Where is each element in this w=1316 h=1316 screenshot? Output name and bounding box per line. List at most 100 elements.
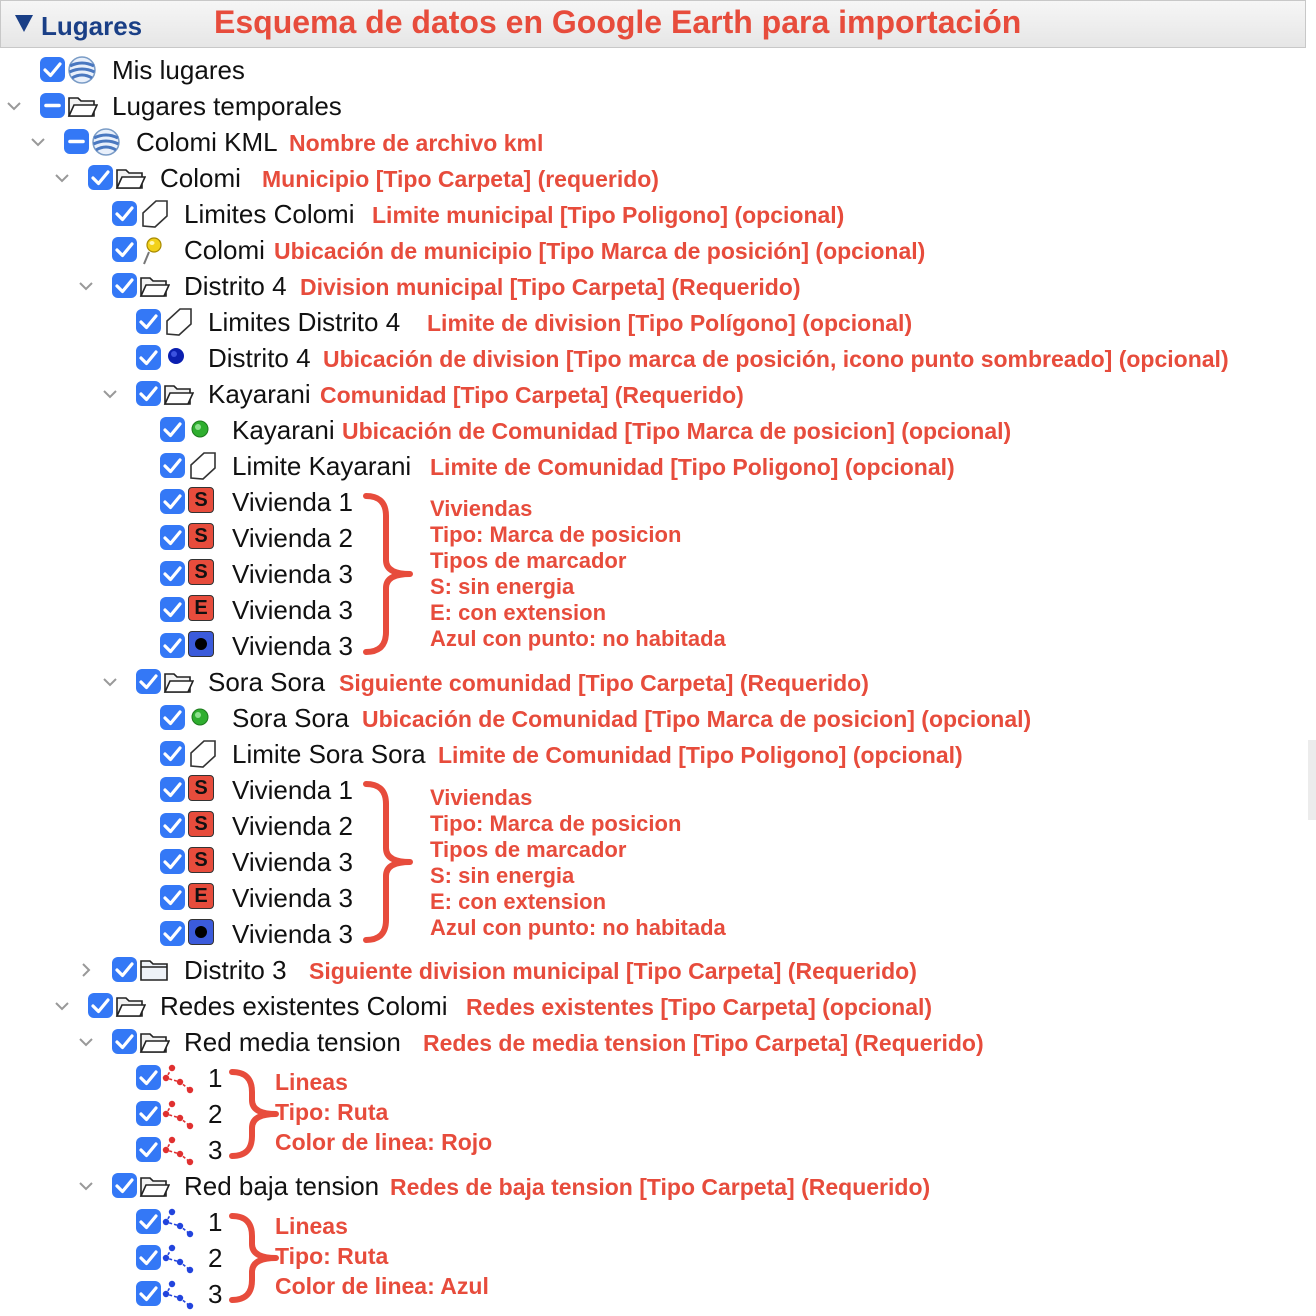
tree-item-distrito4-pin[interactable]: Distrito 4 Ubicación de division [Tipo ma… — [0, 340, 1316, 376]
tree-item-lugares-temporales[interactable]: Lugares temporales — [0, 88, 1316, 124]
item-label: Colomi — [160, 163, 241, 193]
checkbox[interactable] — [64, 129, 89, 154]
badge-s-icon: S — [188, 775, 214, 801]
item-label: Limites Colomi — [184, 199, 355, 229]
tree-item-colomi-folder[interactable]: Colomi Municipio [Tipo Carpeta] (requerid… — [0, 160, 1316, 196]
brace-viviendas-sora — [362, 778, 418, 951]
chevron-down-icon[interactable] — [76, 1176, 96, 1196]
chevron-down-icon[interactable] — [76, 1032, 96, 1052]
chevron-down-icon[interactable] — [100, 672, 120, 692]
checkbox[interactable] — [160, 597, 185, 622]
tree-item-limite-kayarani[interactable]: Limite Kayarani Limite de Comunidad [Tipo… — [0, 448, 1316, 484]
item-label: 3 — [208, 1135, 223, 1165]
item-label: 1 — [208, 1207, 223, 1237]
checkbox[interactable] — [160, 633, 185, 658]
chevron-down-icon[interactable] — [52, 996, 72, 1016]
item-label: Limite Kayarani — [232, 451, 412, 481]
checkbox[interactable] — [112, 1173, 137, 1198]
item-label: 3 — [208, 1279, 223, 1309]
checkbox[interactable] — [40, 57, 65, 82]
checkbox[interactable] — [160, 489, 185, 514]
item-label: Colomi KML — [136, 127, 278, 157]
checkbox[interactable] — [112, 237, 137, 262]
tree-item-sora-sora[interactable]: Sora Sora Siguiente comunidad [Tipo Carpe… — [0, 664, 1316, 700]
checkbox[interactable] — [136, 1245, 161, 1270]
item-label: Sora Sora — [232, 703, 350, 733]
collapse-triangle-icon[interactable] — [15, 15, 33, 32]
item-label: Mis lugares — [112, 55, 245, 85]
tree-item-limites-distrito4[interactable]: Limites Distrito 4 Limite de division [Ti… — [0, 304, 1316, 340]
tree-item-mis-lugares[interactable]: Mis lugares — [0, 52, 1316, 88]
checkbox[interactable] — [136, 1101, 161, 1126]
chevron-down-icon[interactable] — [76, 276, 96, 296]
chevron-down-icon[interactable] — [28, 132, 48, 152]
page-title: Esquema de datos en Google Earth para im… — [214, 4, 1022, 40]
checkbox[interactable] — [112, 957, 137, 982]
viviendas-note-sora: Viviendas Tipo: Marca de posicion Tipos de… — [430, 785, 726, 941]
checkbox[interactable] — [160, 777, 185, 802]
checkbox[interactable] — [112, 201, 137, 226]
open-folder-icon — [138, 270, 171, 302]
note-line: Azul con punto: no habitada — [430, 626, 726, 651]
item-label: Vivienda 1 — [232, 487, 353, 517]
tree-item-limites-colomi[interactable]: Limites Colomi Limite municipal [Tipo Pol… — [0, 196, 1316, 232]
checkbox[interactable] — [88, 165, 113, 190]
checkbox[interactable] — [160, 741, 185, 766]
checkbox[interactable] — [112, 273, 137, 298]
globe-icon — [90, 126, 122, 158]
tree-item-linea[interactable]: 2 — [0, 1240, 1316, 1276]
tree-item-distrito4[interactable]: Distrito 4 Division municipal [Tipo Carpe… — [0, 268, 1316, 304]
tree-item-linea[interactable]: 2 — [0, 1096, 1316, 1132]
tree-item-linea[interactable]: 1 — [0, 1060, 1316, 1096]
panel-title: Lugares — [41, 11, 143, 41]
checkbox[interactable] — [136, 381, 161, 406]
uninhabited-marker-icon — [188, 631, 214, 657]
checkbox[interactable] — [136, 345, 161, 370]
checkbox[interactable] — [160, 849, 185, 874]
chevron-down-icon[interactable] — [100, 384, 120, 404]
checkbox[interactable] — [160, 561, 185, 586]
item-label: 1 — [208, 1063, 223, 1093]
tree-item-linea[interactable]: 3 — [0, 1132, 1316, 1168]
open-folder-icon — [66, 90, 99, 122]
checkbox[interactable] — [112, 1029, 137, 1054]
badge-s-icon: S — [188, 811, 214, 837]
tree-item-kayarani-pin[interactable]: Kayarani Ubicación de Comunidad [Tipo Mar… — [0, 412, 1316, 448]
checkbox[interactable] — [160, 417, 185, 442]
chevron-down-icon[interactable] — [52, 168, 72, 188]
scrollbar[interactable] — [1308, 740, 1316, 820]
tree-item-redes[interactable]: Redes existentes Colomi Redes existentes … — [0, 988, 1316, 1024]
polygon-icon — [138, 198, 170, 230]
checkbox[interactable] — [136, 1281, 161, 1306]
tree-item-kayarani[interactable]: Kayarani Comunidad [Tipo Carpeta] (Requer… — [0, 376, 1316, 412]
tree-item-limite-sora-sora[interactable]: Limite Sora Sora Limite de Comunidad [Tip… — [0, 736, 1316, 772]
item-annotation: Siguiente comunidad [Tipo Carpeta] (Requ… — [339, 670, 869, 696]
checkbox[interactable] — [160, 525, 185, 550]
checkbox[interactable] — [136, 1065, 161, 1090]
checkbox[interactable] — [136, 1137, 161, 1162]
tree-item-colomi-kml[interactable]: Colomi KML Nombre de archivo kml — [0, 124, 1316, 160]
chevron-down-icon[interactable] — [4, 96, 24, 116]
tree-item-red-baja[interactable]: Red baja tension Redes de baja tension [T… — [0, 1168, 1316, 1204]
tree-item-linea[interactable]: 1 — [0, 1204, 1316, 1240]
chevron-right-icon[interactable] — [76, 960, 96, 980]
checkbox[interactable] — [136, 1209, 161, 1234]
tree-item-linea[interactable]: 3 — [0, 1276, 1316, 1312]
tree-item-distrito3[interactable]: Distrito 3 Siguiente division municipal [… — [0, 952, 1316, 988]
globe-icon — [66, 54, 98, 86]
item-label: Kayarani — [232, 415, 335, 445]
checkbox[interactable] — [40, 93, 65, 118]
checkbox[interactable] — [160, 885, 185, 910]
tree-item-sora-sora-pin[interactable]: Sora Sora Ubicación de Comunidad [Tipo Ma… — [0, 700, 1316, 736]
checkbox[interactable] — [160, 453, 185, 478]
note-line: Tipo: Marca de posicion — [430, 811, 682, 836]
checkbox[interactable] — [160, 705, 185, 730]
checkbox[interactable] — [160, 921, 185, 946]
checkbox[interactable] — [136, 669, 161, 694]
note-line: Azul con punto: no habitada — [430, 915, 726, 940]
tree-item-red-media[interactable]: Red media tension Redes de media tension … — [0, 1024, 1316, 1060]
checkbox[interactable] — [160, 813, 185, 838]
checkbox[interactable] — [136, 309, 161, 334]
tree-item-colomi-pin[interactable]: Colomi Ubicación de municipio [Tipo Marca… — [0, 232, 1316, 268]
checkbox[interactable] — [88, 993, 113, 1018]
